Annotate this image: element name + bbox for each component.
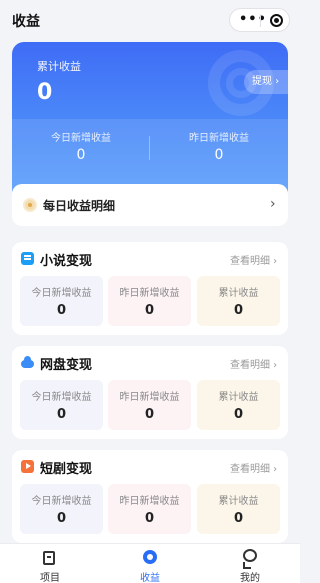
book-icon xyxy=(21,252,34,265)
play-icon xyxy=(21,460,34,473)
cell-label: 昨日新增收益 xyxy=(119,496,180,507)
coin-icon xyxy=(143,550,157,564)
earnings-summary-card: 累计收益 0 提现 › 今日新增收益 0 昨日新增收益 0 xyxy=(12,42,288,202)
section-title: 网盘变现 xyxy=(40,358,93,373)
short-drama-monetization-card: 短剧变现 查看明细 › 今日新增收益 0 昨日新增收益 0 累计收益 0 xyxy=(12,450,288,543)
page-title: 收益 xyxy=(12,14,40,30)
cell-value: 0 xyxy=(233,511,244,526)
view-details-link[interactable]: 查看明细 › xyxy=(230,252,277,267)
today-earnings-value: 0 xyxy=(76,147,86,163)
section-title: 小说变现 xyxy=(40,254,93,269)
cell-value: 0 xyxy=(144,303,155,318)
total-earnings-cell: 累计收益 0 xyxy=(197,484,280,534)
cloud-drive-monetization-card: 网盘变现 查看明细 › 今日新增收益 0 昨日新增收益 0 累计收益 0 xyxy=(12,346,288,439)
view-details-link[interactable]: 查看明细 › xyxy=(230,460,277,475)
more-icon[interactable]: ••• xyxy=(239,13,267,27)
cell-value: 0 xyxy=(144,511,155,526)
total-earnings-value: 0 xyxy=(37,80,53,105)
yesterday-earnings-cell: 昨日新增收益 0 xyxy=(108,276,191,326)
cell-value: 0 xyxy=(56,303,67,318)
capsule-divider xyxy=(260,14,261,27)
cell-value: 0 xyxy=(56,407,67,422)
tab-label: 项目 xyxy=(40,573,60,583)
yesterday-earnings-cell: 昨日新增收益 0 xyxy=(108,484,191,534)
today-earnings-label: 今日新增收益 xyxy=(51,133,111,144)
bottom-tab-bar: 项目 收益 我的 xyxy=(0,543,300,583)
tab-earnings[interactable]: 收益 xyxy=(100,544,200,583)
total-earnings-cell: 累计收益 0 xyxy=(197,276,280,326)
yesterday-earnings-value: 0 xyxy=(214,147,224,163)
cell-label: 今日新增收益 xyxy=(31,288,92,299)
cell-value: 0 xyxy=(233,303,244,318)
daily-earnings-detail-label: 每日收益明细 xyxy=(43,199,116,213)
chevron-right-icon: › xyxy=(270,196,276,212)
coin-icon xyxy=(23,198,37,212)
tab-projects[interactable]: 项目 xyxy=(0,544,100,583)
cell-label: 累计收益 xyxy=(218,496,259,507)
document-icon xyxy=(43,551,55,565)
view-details-link[interactable]: 查看明细 › xyxy=(230,356,277,371)
cell-label: 今日新增收益 xyxy=(31,496,92,507)
cell-label: 累计收益 xyxy=(218,392,259,403)
daily-earnings-detail-row[interactable]: 每日收益明细 › xyxy=(12,184,288,226)
cell-label: 昨日新增收益 xyxy=(119,392,180,403)
tab-label: 收益 xyxy=(140,573,160,583)
cell-value: 0 xyxy=(233,407,244,422)
today-earnings-cell: 今日新增收益 0 xyxy=(20,276,103,326)
close-target-icon[interactable] xyxy=(270,14,283,27)
navigation-bar: 收益 ••• xyxy=(0,0,300,40)
novel-monetization-card: 小说变现 查看明细 › 今日新增收益 0 昨日新增收益 0 累计收益 0 xyxy=(12,242,288,335)
total-earnings-label: 累计收益 xyxy=(37,60,81,73)
yesterday-earnings-cell: 昨日新增收益 0 xyxy=(108,380,191,430)
cell-label: 累计收益 xyxy=(218,288,259,299)
section-title: 短剧变现 xyxy=(40,462,93,477)
mini-program-capsule: ••• xyxy=(229,8,290,32)
cell-value: 0 xyxy=(144,407,155,422)
today-earnings-cell: 今日新增收益 0 xyxy=(20,484,103,534)
total-earnings-cell: 累计收益 0 xyxy=(197,380,280,430)
tab-mine[interactable]: 我的 xyxy=(200,544,300,583)
cell-value: 0 xyxy=(56,511,67,526)
today-earnings-cell: 今日新增收益 0 xyxy=(20,380,103,430)
withdraw-button[interactable]: 提现 › xyxy=(244,70,288,94)
cell-label: 今日新增收益 xyxy=(31,392,92,403)
cell-label: 昨日新增收益 xyxy=(119,288,180,299)
user-icon xyxy=(243,549,257,569)
yesterday-earnings-label: 昨日新增收益 xyxy=(189,133,249,144)
cloud-icon xyxy=(21,356,34,369)
tab-label: 我的 xyxy=(240,573,260,583)
